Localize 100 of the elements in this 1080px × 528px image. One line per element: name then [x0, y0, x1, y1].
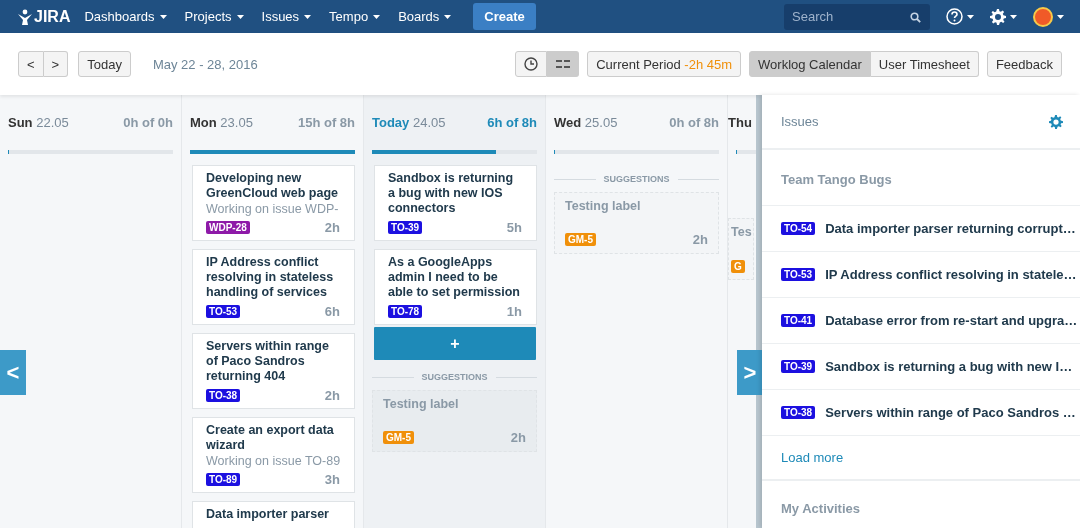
logo-icon	[18, 8, 32, 25]
help-menu[interactable]	[946, 8, 974, 25]
caret-icon	[967, 14, 974, 19]
worklog-card[interactable]: Servers within range of Paco Sandros returning 404 TO-38 2h	[192, 333, 355, 409]
nav-menu[interactable]: Dashboards	[84, 9, 167, 24]
worklog-card[interactable]: Developing new GreenCloud web page Working on issue WDP- WDP-28 2h	[192, 165, 355, 241]
card-description: Working on issue WDP-	[206, 201, 340, 217]
load-more-link[interactable]: Load more	[762, 436, 1080, 481]
card-title: Data importer parser	[206, 507, 330, 522]
panel-title: Issues	[781, 114, 819, 129]
issue-key: TO-54	[781, 222, 816, 235]
nav-menu[interactable]: Tempo	[329, 9, 381, 24]
logged-hours: 0h of 0h	[123, 115, 173, 130]
scrollbar[interactable]	[756, 95, 762, 528]
day-header: Mon 23.05	[190, 115, 253, 130]
issue-key: G	[731, 260, 745, 273]
nav-menu[interactable]: Projects	[184, 9, 244, 24]
card-description: Working on issue TO-89	[206, 453, 340, 469]
worklog-card[interactable]: IP Address conflict resolving in stateless handling of services TO-53 6h	[192, 249, 355, 325]
issue-key: GM-5	[565, 233, 596, 246]
issue-key: TO-38	[781, 406, 816, 419]
issue-key: WDP-28	[206, 221, 250, 234]
day-header: Today 24.05	[372, 115, 446, 130]
search-field[interactable]: Search	[784, 3, 930, 30]
issue-key: TO-53	[206, 305, 241, 318]
suggestions-label: SUGGESTIONS	[364, 360, 545, 390]
nav-menu[interactable]: Boards	[398, 9, 452, 24]
search-icon	[910, 11, 921, 23]
worklog-card[interactable]: Sandbox is returning a bug with new IOS connectors TO-39 5h	[374, 165, 537, 241]
settings-icon	[990, 8, 1006, 25]
caret-icon	[444, 14, 452, 19]
card-hours: 5h	[506, 220, 522, 235]
issue-title: IP Address conflict resolving in statele…	[825, 267, 1077, 282]
next-week-button[interactable]: >	[43, 51, 69, 77]
issue-item[interactable]: TO-38 Servers within range of Paco Sandros …	[762, 390, 1080, 436]
issue-key: TO-89	[206, 473, 241, 486]
card-hours: 2h	[324, 220, 340, 235]
issue-key: TO-38	[206, 389, 241, 402]
card-title: Create an export data wizard	[206, 423, 335, 453]
user-menu[interactable]	[1033, 6, 1064, 27]
list-icon	[555, 60, 570, 68]
day-header: Thu	[728, 115, 752, 130]
card-title: Sandbox is returning a bug with new IOS connectors	[388, 171, 514, 216]
caret-icon	[1057, 14, 1064, 19]
settings-menu[interactable]	[990, 8, 1017, 25]
card-title: As a GoogleApps admin I need to be able to set permission	[388, 255, 521, 300]
caret-icon	[304, 14, 312, 19]
issue-item[interactable]: TO-53 IP Address conflict resolving in statele…	[762, 252, 1080, 298]
view-tab[interactable]: User Timesheet	[870, 51, 979, 77]
issue-title: Servers within range of Paco Sandros …	[825, 405, 1076, 420]
logged-hours: 6h of 8h	[487, 115, 537, 130]
logged-hours: 0h of 8h	[669, 115, 719, 130]
card-hours: 2h	[510, 430, 526, 445]
add-worklog-button[interactable]: +	[374, 327, 536, 360]
issue-key: TO-39	[388, 221, 423, 234]
today-button[interactable]: Today	[78, 51, 131, 77]
issue-item[interactable]: TO-41 Database error from re-start and upgra…	[762, 298, 1080, 344]
issue-title: Sandbox is returning a bug with new I…	[825, 359, 1073, 374]
caret-icon	[159, 14, 167, 19]
date-range: May 22 - 28, 2016	[152, 56, 258, 72]
card-hours: 2h	[692, 232, 708, 247]
issue-item[interactable]: TO-39 Sandbox is returning a bug with new I…	[762, 344, 1080, 390]
help-icon	[946, 8, 963, 25]
day-header: Wed 25.05	[554, 115, 618, 130]
issue-title: Database error from re-start and upgra…	[825, 313, 1078, 328]
issue-key: TO-78	[388, 305, 423, 318]
card-title: Testing label	[565, 199, 642, 213]
caret-icon	[1010, 14, 1017, 19]
settings-icon[interactable]	[1049, 114, 1063, 129]
period-balance: -2h 45m	[684, 56, 733, 72]
card-hours: 1h	[506, 304, 522, 319]
suggestions-label: SUGGESTIONS	[546, 162, 727, 192]
issue-item[interactable]: TO-54 Data importer parser returning corrupt…	[762, 206, 1080, 252]
view-toggle[interactable]	[547, 51, 580, 77]
view-toggle[interactable]	[515, 51, 548, 77]
issue-key: GM-5	[383, 431, 414, 444]
create-button[interactable]: Create	[473, 3, 536, 30]
card-title: Tes	[731, 225, 751, 239]
card-hours: 2h	[324, 388, 340, 403]
section-title: My Activities	[780, 500, 861, 518]
worklog-card[interactable]: As a GoogleApps admin I need to be able to set permission TO-78 1h	[374, 249, 537, 325]
worklog-card[interactable]: Create an export data wizard Working on issue TO-89 TO-89 3h	[192, 417, 355, 493]
nav-menu[interactable]: Issues	[261, 9, 312, 24]
card-hours: 3h	[324, 472, 340, 487]
caret-icon	[373, 14, 381, 19]
avatar	[1033, 6, 1053, 27]
feedback-button[interactable]: Feedback	[986, 51, 1062, 77]
issue-key: TO-39	[781, 360, 816, 373]
card-title: IP Address conflict resolving in stateless handling of services	[206, 255, 335, 300]
worklog-card[interactable]: Data importer parser	[192, 501, 355, 528]
previous-week-button[interactable]: <	[18, 51, 44, 77]
current-period-button[interactable]: Current Period -2h 45m	[587, 51, 742, 77]
logged-hours: 15h of 8h	[297, 115, 355, 130]
card-title: Testing label	[383, 397, 460, 411]
card-title: Servers within range of Paco Sandros returning 404	[206, 339, 330, 384]
card-hours: 6h	[324, 304, 340, 319]
logo-text[interactable]: JIRA	[34, 7, 71, 26]
view-tab[interactable]: Worklog Calendar	[749, 51, 871, 77]
issue-title: Data importer parser returning corrupt…	[825, 221, 1076, 236]
card-title: Developing new GreenCloud web page	[206, 171, 339, 201]
